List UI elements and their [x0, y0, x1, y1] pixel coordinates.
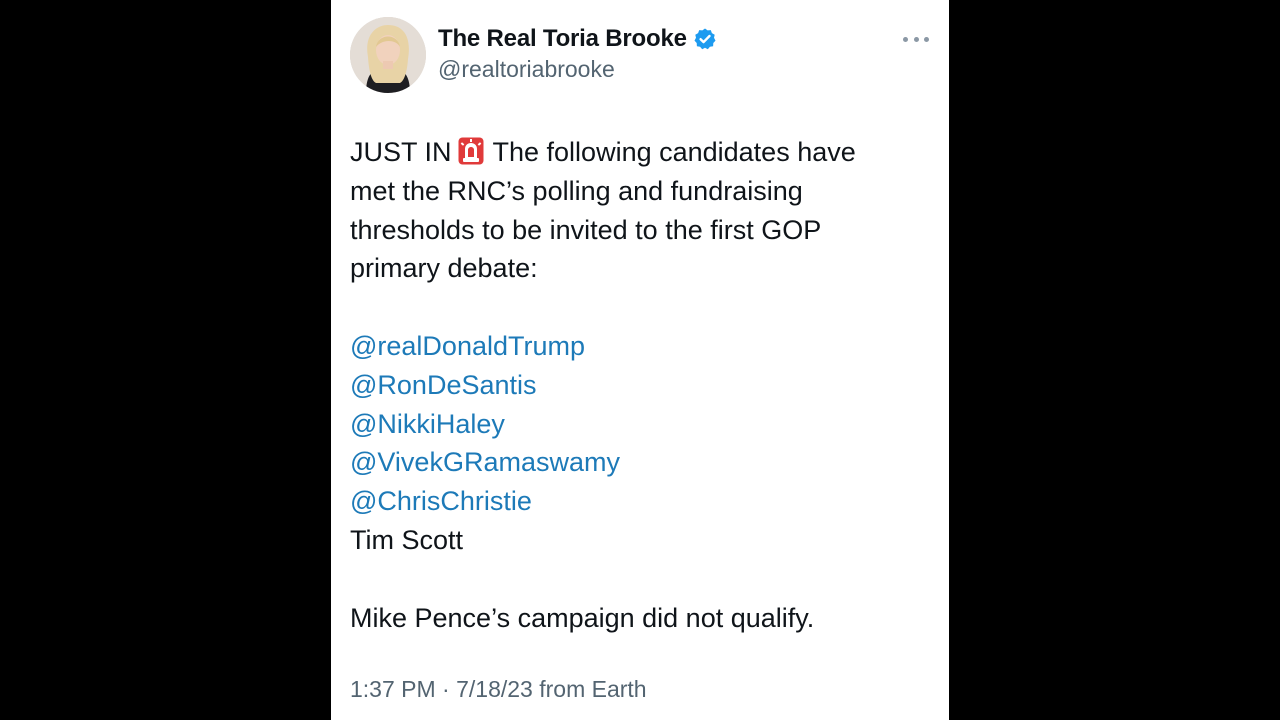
profile-photo-icon — [350, 17, 426, 93]
intro-start: JUST IN — [350, 137, 452, 167]
author-handle[interactable]: @realtoriabrooke — [438, 56, 615, 83]
mention-realdonaldtrump[interactable]: @realDonaldTrump — [350, 327, 910, 366]
tweet-timestamp[interactable]: 1:37 PM · 7/18/23 from Earth — [350, 676, 647, 703]
author-name-row[interactable]: The Real Toria Brooke — [438, 22, 717, 56]
avatar[interactable] — [350, 17, 426, 93]
tweet-card: The Real Toria Brooke @realtoriabrooke J… — [331, 0, 949, 720]
tweet-line-1: JUST IN The following candidates have — [350, 133, 910, 172]
paragraph-break — [350, 288, 910, 327]
mention-chrischristie[interactable]: @ChrisChristie — [350, 482, 910, 521]
tweet-line-2: met the RNC’s polling and fundraising — [350, 175, 803, 206]
mention-vivekgramaswamy[interactable]: @VivekGRamaswamy — [350, 443, 910, 482]
verified-badge-icon — [693, 27, 717, 51]
paragraph-break — [350, 560, 910, 599]
mention-rondesantis[interactable]: @RonDeSantis — [350, 366, 910, 405]
video-frame: The Real Toria Brooke @realtoriabrooke J… — [0, 0, 1280, 720]
author-display-name[interactable]: The Real Toria Brooke — [438, 25, 687, 53]
siren-icon — [458, 137, 484, 165]
closing-line: Mike Pence’s campaign did not qualify. — [350, 602, 815, 633]
tweet-line-4: primary debate: — [350, 253, 538, 284]
mention-nikkihaley[interactable]: @NikkiHaley — [350, 405, 910, 444]
tweet-line-3: thresholds to be invited to the first GO… — [350, 214, 822, 245]
tweet-text: JUST IN The following candidates have me… — [350, 133, 910, 637]
plain-candidate-name: Tim Scott — [350, 524, 464, 555]
intro-line1-rest: The following candidates have — [492, 137, 856, 167]
more-options-icon[interactable] — [903, 28, 929, 50]
